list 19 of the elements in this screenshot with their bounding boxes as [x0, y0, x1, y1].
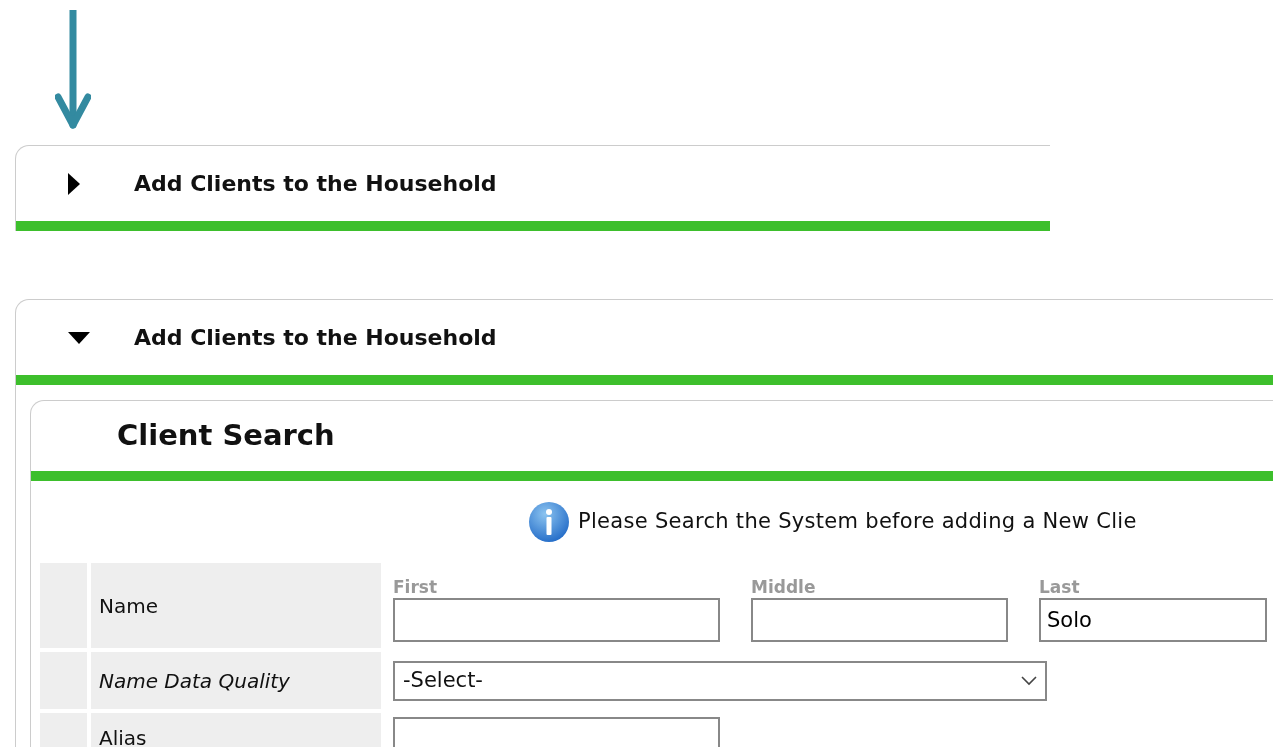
input-field[interactable]: [393, 598, 720, 642]
panel-title[interactable]: Add Clients to the Household: [134, 321, 497, 354]
expand-icon[interactable]: [68, 172, 80, 195]
info-icon: [528, 501, 570, 543]
collapse-icon[interactable]: [68, 331, 90, 344]
field-caption: Middle: [751, 575, 817, 598]
field-caption: First: [393, 575, 439, 598]
select-field[interactable]: -Select-: [393, 660, 1047, 701]
label-cell: Name Data Quality: [91, 652, 381, 709]
field-caption: Last: [1039, 575, 1081, 598]
notice-text: Please Search the System before adding a New Clie: [578, 508, 1137, 536]
panel-title[interactable]: Add Clients to the Household: [134, 167, 497, 200]
section-title: Client Search: [117, 417, 335, 455]
input-field[interactable]: Solo: [1039, 598, 1267, 642]
input-field[interactable]: [751, 598, 1008, 642]
label-cell: Name: [91, 563, 381, 648]
down-arrow-icon: [55, 10, 91, 131]
chevron-icon: [1021, 675, 1037, 686]
label-cell: Alias: [91, 713, 381, 747]
